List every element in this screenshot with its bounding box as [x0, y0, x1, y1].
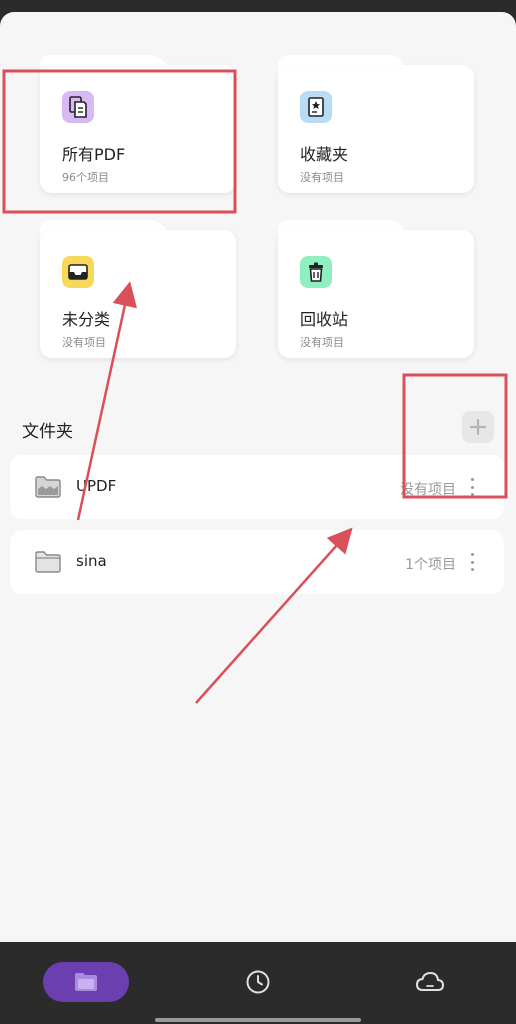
card-trash[interactable]: 回收站 没有项目	[278, 220, 474, 358]
card-count: 96个项目	[62, 171, 109, 184]
bottom-nav	[0, 942, 516, 1024]
more-options-icon[interactable]	[466, 550, 478, 574]
folder-name: UPDF	[76, 477, 117, 495]
nav-recent-tab[interactable]	[238, 962, 278, 1002]
card-count: 没有项目	[300, 171, 344, 184]
inbox-tray-icon	[62, 256, 94, 288]
folders-section-title: 文件夹	[22, 422, 73, 442]
card-title: 收藏夹	[300, 145, 349, 164]
pdf-stack-icon	[62, 91, 94, 123]
folder-row-sina[interactable]: sina 1个项目	[10, 530, 504, 594]
plus-icon	[470, 419, 486, 435]
add-folder-button[interactable]	[462, 411, 494, 443]
clock-icon	[246, 970, 270, 994]
files-screen: 所有PDF 96个项目 收藏夹 没有项目 未分类 没有项目 回收站 没有项目 文…	[0, 12, 516, 942]
folder-icon	[75, 973, 97, 991]
folder-icon	[35, 551, 61, 573]
home-indicator	[155, 1018, 361, 1022]
folder-count: 没有项目	[400, 482, 456, 498]
cloud-icon	[415, 971, 445, 991]
card-count: 没有项目	[62, 336, 106, 349]
folder-icon	[35, 476, 61, 498]
more-options-icon[interactable]	[466, 475, 478, 499]
trash-icon	[300, 256, 332, 288]
card-title: 所有PDF	[62, 145, 126, 164]
folder-name: sina	[76, 552, 107, 570]
card-count: 没有项目	[300, 336, 344, 349]
nav-cloud-tab[interactable]	[410, 962, 450, 1002]
favorite-doc-icon	[300, 91, 332, 123]
card-uncategorized[interactable]: 未分类 没有项目	[40, 220, 236, 358]
card-title: 未分类	[62, 310, 111, 329]
card-favorites[interactable]: 收藏夹 没有项目	[278, 55, 474, 193]
card-title: 回收站	[300, 310, 349, 329]
folder-count: 1个项目	[405, 557, 456, 573]
nav-files-tab[interactable]	[43, 962, 129, 1002]
card-all-pdf[interactable]: 所有PDF 96个项目	[40, 55, 236, 193]
folder-row-updf[interactable]: UPDF 没有项目	[10, 455, 504, 519]
